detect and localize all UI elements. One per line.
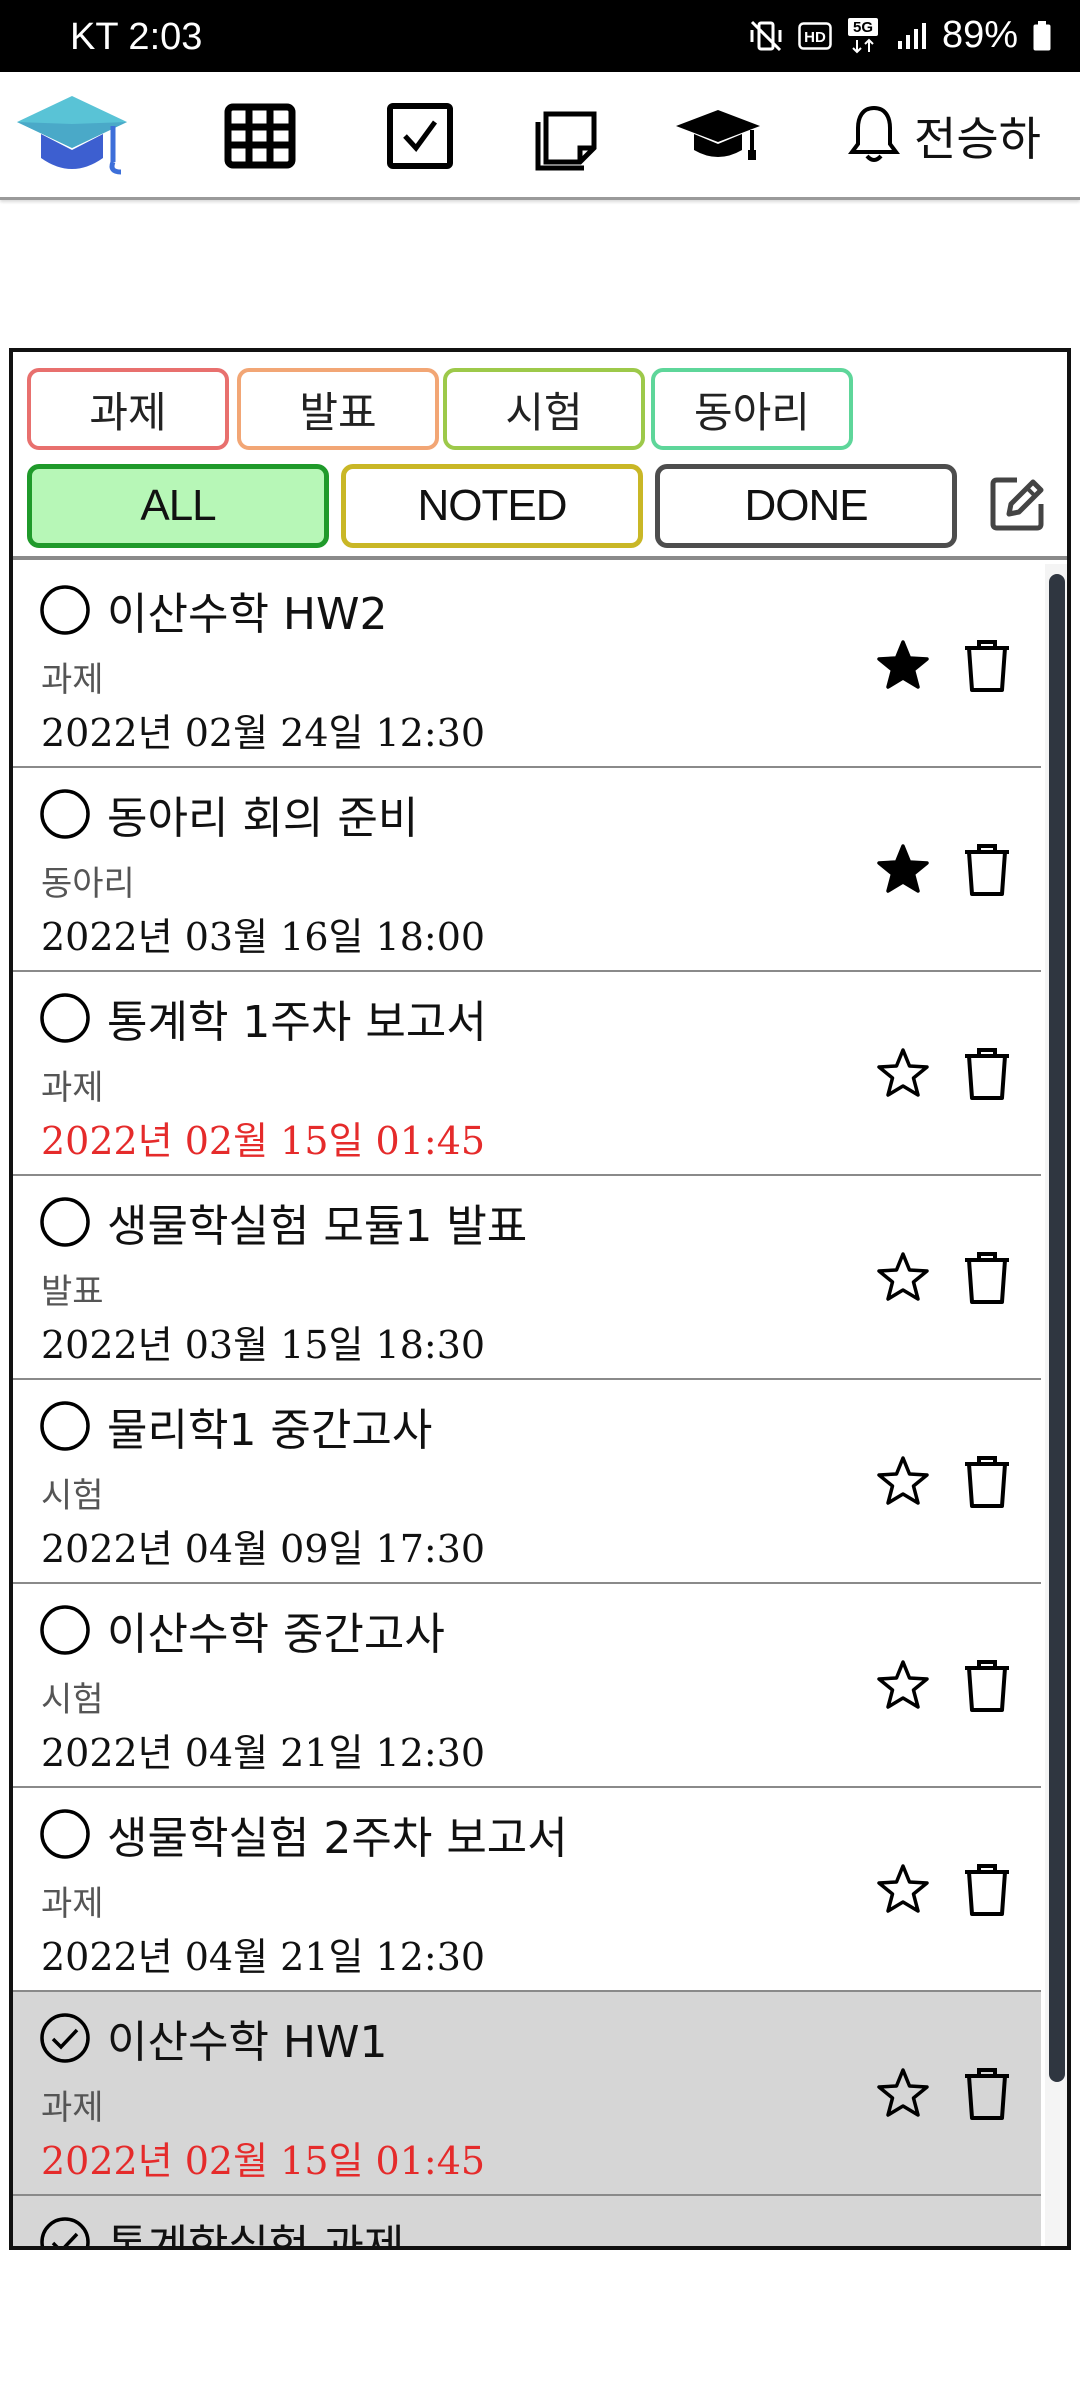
filter-done-button[interactable]: DONE bbox=[655, 464, 957, 548]
task-due-date: 2022년 04월 21일 12:30 bbox=[41, 1731, 486, 1775]
category-label: 과제 bbox=[89, 387, 167, 437]
task-due-date: 2022년 04월 21일 12:30 bbox=[41, 1935, 486, 1979]
unchecked-circle-icon[interactable] bbox=[39, 1604, 91, 1656]
unchecked-circle-icon[interactable] bbox=[39, 1400, 91, 1452]
star-outline-icon[interactable] bbox=[875, 2066, 931, 2122]
task-due-date: 2022년 04월 09일 17:30 bbox=[41, 1527, 486, 1571]
trash-icon[interactable] bbox=[959, 840, 1015, 898]
task-list[interactable]: 이산수학 HW2 과제 2022년 02월 24일 12:30 동아리 회의 준비 동아… bbox=[13, 564, 1041, 2250]
trash-icon[interactable] bbox=[959, 1860, 1015, 1918]
task-title: 통계학 1주차 보고서 bbox=[107, 997, 487, 1048]
task-due-date: 2022년 02월 15일 01:45 bbox=[41, 1119, 486, 1163]
status-icons: HD 5G 89% bbox=[748, 14, 1052, 57]
category-label: 동아리 bbox=[694, 387, 810, 437]
mute-vibrate-icon bbox=[748, 18, 784, 54]
task-category: 시험 bbox=[41, 1476, 104, 1516]
bell-icon[interactable] bbox=[846, 102, 902, 170]
task-title: 동아리 회의 준비 bbox=[107, 793, 419, 844]
unchecked-circle-icon[interactable] bbox=[39, 1196, 91, 1248]
trash-icon[interactable] bbox=[959, 2064, 1015, 2122]
task-due-date: 2022년 02월 15일 01:45 bbox=[41, 2139, 486, 2183]
task-title: 생물학실험 모듈1 발표 bbox=[107, 1201, 528, 1252]
category-label: 발표 bbox=[299, 387, 377, 437]
checkbox-icon[interactable] bbox=[380, 72, 460, 200]
task-title: 이산수학 HW2 bbox=[107, 589, 388, 640]
task-title: 이산수학 HW1 bbox=[107, 2017, 388, 2068]
filter-category-homework[interactable]: 과제 bbox=[27, 368, 229, 450]
task-due-date: 2022년 03월 16일 18:00 bbox=[41, 915, 486, 959]
grid-icon[interactable] bbox=[220, 72, 300, 200]
star-outline-icon[interactable] bbox=[875, 1454, 931, 1510]
task-category: 과제 bbox=[41, 660, 104, 700]
unchecked-circle-icon[interactable] bbox=[39, 992, 91, 1044]
task-item[interactable]: 생물학실험 모듈1 발표 발표 2022년 03월 15일 18:30 bbox=[13, 1176, 1041, 1380]
status-bar: KT 2:03 HD 5G 89% bbox=[0, 0, 1080, 72]
checked-circle-icon[interactable] bbox=[39, 2012, 91, 2064]
task-due-date: 2022년 03월 15일 18:30 bbox=[41, 1323, 486, 1367]
task-item[interactable]: 동아리 회의 준비동아리 2022년 03월 16일 18:00 bbox=[13, 768, 1041, 972]
status-label: ALL bbox=[140, 481, 216, 530]
user-menu[interactable]: 전승하 bbox=[846, 72, 1072, 200]
task-item[interactable]: 통계학실험 과제 bbox=[13, 2196, 1041, 2250]
star-outline-icon[interactable] bbox=[875, 1862, 931, 1918]
signal-icon bbox=[896, 21, 928, 51]
trash-icon[interactable] bbox=[959, 636, 1015, 694]
task-category: 과제 bbox=[41, 1884, 104, 1924]
filter-area: 과제 발표 시험 동아리 ALL NOTED DONE bbox=[13, 352, 1067, 560]
status-label: NOTED bbox=[417, 481, 568, 530]
note-icon[interactable] bbox=[528, 72, 608, 200]
battery-percent: 89% bbox=[941, 14, 1018, 56]
network-label: 5G bbox=[853, 19, 873, 36]
unchecked-circle-icon[interactable] bbox=[39, 1808, 91, 1860]
app-logo-icon[interactable] bbox=[12, 72, 132, 200]
unchecked-circle-icon[interactable] bbox=[39, 584, 91, 636]
trash-icon[interactable] bbox=[959, 1044, 1015, 1102]
edit-icon[interactable] bbox=[981, 468, 1053, 540]
task-category: 과제 bbox=[41, 2088, 104, 2128]
checked-circle-icon[interactable] bbox=[39, 2216, 91, 2246]
app-bar: 전승하 bbox=[0, 72, 1080, 200]
star-outline-icon[interactable] bbox=[875, 1658, 931, 1714]
scrollbar-thumb[interactable] bbox=[1049, 574, 1065, 2082]
carrier-time: KT 2:03 bbox=[70, 16, 203, 58]
task-category: 시험 bbox=[41, 1680, 104, 1720]
task-item[interactable]: 이산수학 HW1 과제 2022년 02월 15일 01:45 bbox=[13, 1992, 1041, 2196]
star-outline-icon[interactable] bbox=[875, 1046, 931, 1102]
task-title: 물리학1 중간고사 bbox=[107, 1405, 433, 1456]
filter-category-club[interactable]: 동아리 bbox=[651, 368, 853, 450]
trash-icon[interactable] bbox=[959, 1656, 1015, 1714]
trash-icon[interactable] bbox=[959, 1452, 1015, 1510]
user-name: 전승하 bbox=[914, 112, 1041, 166]
graduation-cap-icon[interactable] bbox=[672, 72, 764, 200]
status-label: DONE bbox=[744, 481, 868, 530]
task-due-date: 2022년 02월 24일 12:30 bbox=[41, 711, 486, 755]
task-category: 동아리 bbox=[41, 864, 135, 904]
hd-label: HD bbox=[804, 29, 826, 46]
task-category: 과제 bbox=[41, 1068, 104, 1108]
star-outline-icon[interactable] bbox=[875, 1250, 931, 1306]
star-filled-icon[interactable] bbox=[875, 842, 931, 898]
hd-icon: HD bbox=[798, 21, 832, 50]
filter-noted-button[interactable]: NOTED bbox=[341, 464, 643, 548]
task-item[interactable]: 물리학1 중간고사 시험 2022년 04월 09일 17:30 bbox=[13, 1380, 1041, 1584]
network-5g-icon: 5G bbox=[846, 17, 882, 55]
task-title: 생물학실험 2주차 보고서 bbox=[107, 1813, 568, 1864]
task-item[interactable]: 이산수학 중간고사 시험 2022년 04월 21일 12:30 bbox=[13, 1584, 1041, 1788]
task-item[interactable]: 통계학 1주차 보고서 과제 2022년 02월 15일 01:45 bbox=[13, 972, 1041, 1176]
filter-all-button[interactable]: ALL bbox=[27, 464, 329, 548]
task-item[interactable]: 생물학실험 2주차 보고서 과제 2022년 04월 21일 12:30 bbox=[13, 1788, 1041, 1992]
battery-icon bbox=[1032, 20, 1052, 52]
task-item[interactable]: 이산수학 HW2 과제 2022년 02월 24일 12:30 bbox=[13, 564, 1041, 768]
task-title: 이산수학 중간고사 bbox=[107, 1609, 445, 1660]
unchecked-circle-icon[interactable] bbox=[39, 788, 91, 840]
star-filled-icon[interactable] bbox=[875, 638, 931, 694]
task-category: 발표 bbox=[41, 1272, 104, 1312]
task-panel: 과제 발표 시험 동아리 ALL NOTED DONE 이산수학 HW2 과제 20… bbox=[9, 348, 1071, 2250]
filter-category-exam[interactable]: 시험 bbox=[443, 368, 645, 450]
filter-category-presentation[interactable]: 발표 bbox=[237, 368, 439, 450]
trash-icon[interactable] bbox=[959, 1248, 1015, 1306]
category-label: 시험 bbox=[505, 387, 583, 437]
task-title: 통계학실험 과제 bbox=[107, 2221, 405, 2250]
